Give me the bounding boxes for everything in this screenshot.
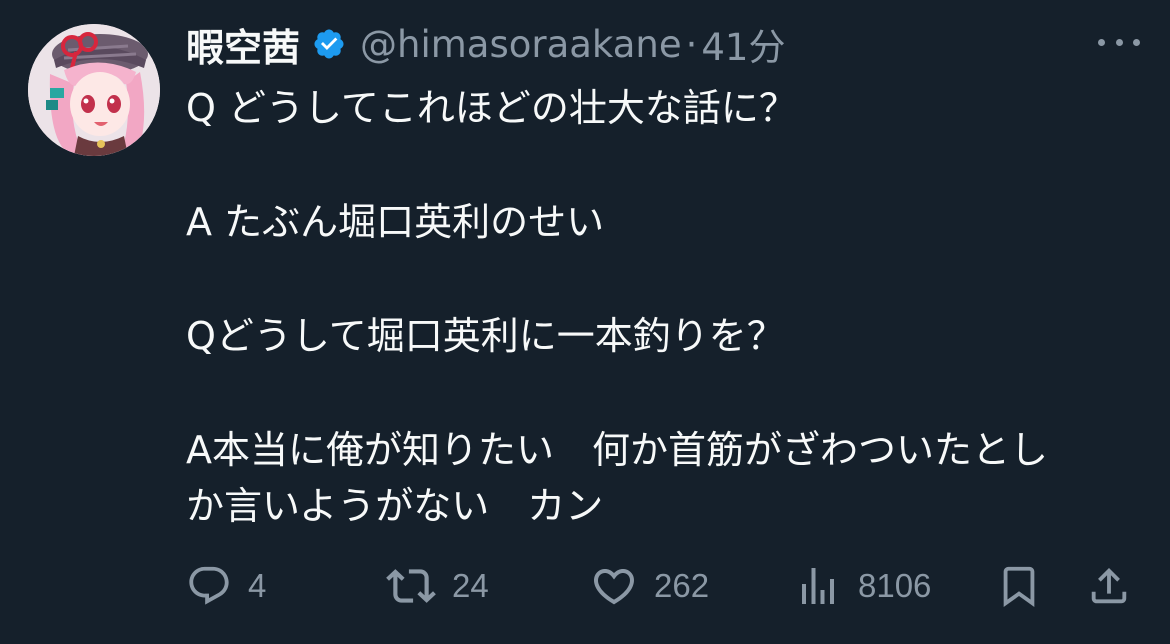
- verified-badge-icon[interactable]: [312, 27, 346, 61]
- retweet-count: 24: [452, 567, 489, 604]
- tweet-header: 暇空茜 @himasoraakane · 41分: [186, 18, 785, 70]
- tweet-line: か言いようがない カン: [186, 484, 604, 528]
- more-dot-icon: [1115, 38, 1123, 46]
- views-count: 8106: [858, 567, 932, 604]
- like-count: 262: [654, 567, 710, 604]
- avatar-image: [28, 24, 160, 156]
- views-button[interactable]: 8106: [794, 556, 931, 616]
- separator-dot: ·: [685, 22, 698, 66]
- avatar[interactable]: [28, 24, 160, 156]
- share-icon: [1091, 567, 1127, 604]
- share-button[interactable]: [1086, 556, 1132, 616]
- action-bar: 4 24 262 8106: [186, 556, 1136, 616]
- tweet-line: A たぶん堀口英利のせい: [186, 200, 605, 244]
- display-name[interactable]: 暇空茜: [186, 17, 300, 72]
- user-handle[interactable]: @himasoraakane: [360, 23, 682, 66]
- bookmark-icon: [1003, 566, 1035, 607]
- tweet-line: A本当に俺が知りたい 何か首筋がざわついたとし: [186, 428, 1048, 472]
- retweet-button[interactable]: 24: [386, 556, 489, 616]
- reply-icon: [189, 566, 229, 605]
- tweet-text: Q どうしてこれほどの壮大な話に？ A たぶん堀口英利のせい Qどうして堀口英利…: [186, 80, 1146, 534]
- views-icon: [802, 568, 834, 604]
- retweet-icon: [386, 569, 436, 603]
- reply-count: 4: [248, 567, 267, 604]
- like-button[interactable]: 262: [590, 556, 709, 616]
- tweet-line: Q どうしてこれほどの壮大な話に？: [186, 86, 797, 130]
- timestamp[interactable]: 41分: [701, 17, 785, 71]
- more-dot-icon: [1098, 38, 1105, 46]
- more-dot-icon: [1133, 38, 1140, 46]
- bookmark-button[interactable]: [996, 556, 1042, 616]
- tweet-line: Qどうして堀口英利に一本釣りを？: [186, 314, 785, 358]
- reply-button[interactable]: 4: [186, 556, 266, 616]
- heart-icon: [593, 569, 635, 605]
- more-options-button[interactable]: [1098, 30, 1140, 54]
